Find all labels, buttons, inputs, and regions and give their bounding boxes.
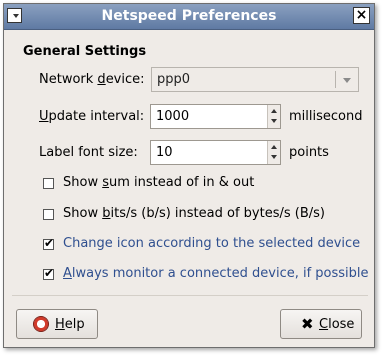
show-bits-checkbox[interactable] xyxy=(43,209,54,220)
font-size-stepper[interactable] xyxy=(267,141,280,164)
font-size-spinbox[interactable]: 10 xyxy=(150,140,281,165)
change-icon-checkbox[interactable]: ✔ xyxy=(43,236,55,250)
preferences-dialog: Netspeed Preferences × General Settings … xyxy=(3,3,375,348)
network-device-label: Network device: xyxy=(39,72,145,87)
change-icon-label[interactable]: Change icon according to the selected de… xyxy=(63,236,360,251)
check-mark-icon: ✔ xyxy=(44,266,55,280)
decrement-arrow-icon[interactable] xyxy=(271,119,277,123)
always-monitor-checkbox[interactable]: ✔ xyxy=(43,266,55,280)
show-bits-label[interactable]: Show bits/s (b/s) instead of bytes/s (B/… xyxy=(63,206,325,221)
font-size-unit: points xyxy=(289,145,329,160)
decrement-arrow-icon[interactable] xyxy=(271,155,277,159)
lifebuoy-help-icon xyxy=(33,316,49,332)
update-interval-value: 1000 xyxy=(156,109,190,124)
font-size-value: 10 xyxy=(156,145,173,160)
title-bar: Netspeed Preferences × xyxy=(4,4,374,30)
chevron-down-icon xyxy=(343,78,351,83)
font-size-label: Label font size: xyxy=(39,145,138,160)
window-title: Netspeed Preferences xyxy=(101,8,277,24)
window-close-icon[interactable]: × xyxy=(353,7,370,24)
network-device-combo[interactable]: ppp0 xyxy=(151,67,359,92)
show-sum-label[interactable]: Show sum instead of in & out xyxy=(63,175,254,190)
close-button-label: Close xyxy=(319,317,355,332)
section-heading: General Settings xyxy=(23,44,147,59)
check-mark-icon: ✔ xyxy=(44,236,55,250)
close-button[interactable]: ✖ Close xyxy=(280,309,362,339)
update-interval-stepper[interactable] xyxy=(267,105,280,128)
help-button[interactable]: Help xyxy=(16,309,98,339)
divider xyxy=(12,295,368,296)
close-icon: ✖ xyxy=(301,315,314,333)
help-button-label: Help xyxy=(55,317,85,332)
update-interval-label: Update interval: xyxy=(39,109,145,124)
network-device-value: ppp0 xyxy=(157,72,191,87)
always-monitor-label[interactable]: Always monitor a connected device, if po… xyxy=(63,266,369,281)
increment-arrow-icon[interactable] xyxy=(271,109,277,113)
show-sum-checkbox[interactable] xyxy=(43,178,54,189)
update-interval-spinbox[interactable]: 1000 xyxy=(150,104,281,129)
update-interval-unit: millisecond xyxy=(289,109,363,124)
increment-arrow-icon[interactable] xyxy=(271,145,277,149)
